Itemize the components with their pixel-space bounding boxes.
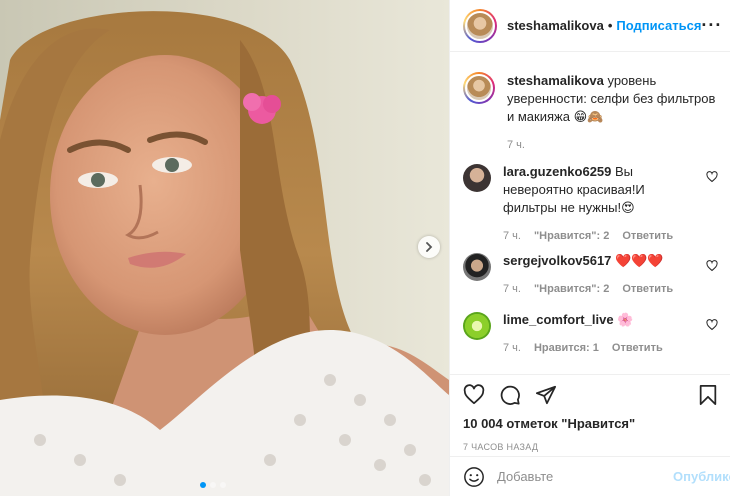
next-arrow-icon[interactable] [418, 236, 440, 258]
post-photo[interactable] [0, 0, 449, 496]
bookmark-icon[interactable] [698, 384, 718, 406]
selfie-image [0, 0, 449, 496]
carousel-dot [220, 482, 226, 488]
author-username[interactable]: steshamalikova [507, 18, 604, 33]
caption-username[interactable]: steshamalikova [507, 73, 604, 88]
comment-username[interactable]: lime_comfort_live [503, 312, 614, 327]
post-timestamp[interactable]: 7 ЧАСОВ НАЗАД [450, 442, 730, 452]
comment-like-heart-icon[interactable] [706, 171, 718, 186]
heart-icon[interactable] [463, 384, 485, 406]
comment-row: lime_comfort_live 🌸 7 ч. Нравится: 1 Отв… [463, 311, 718, 357]
emoji-icon[interactable] [463, 466, 485, 488]
author-avatar[interactable] [463, 72, 495, 104]
commenter-avatar[interactable] [463, 312, 491, 340]
likes-count[interactable]: 10 004 отметок "Нравится" [450, 415, 730, 433]
comment-likes[interactable]: "Нравится": 2 [534, 280, 609, 298]
comment-text: ❤️❤️❤️ [615, 253, 664, 268]
post-actions-section: 10 004 отметок "Нравится" 7 ЧАСОВ НАЗАД [450, 374, 730, 452]
comment-username[interactable]: sergejvolkov5617 [503, 253, 611, 268]
comment-time[interactable]: 7 ч. [503, 280, 521, 298]
comment-time[interactable]: 7 ч. [503, 227, 521, 245]
more-icon[interactable]: ··· [701, 15, 722, 36]
comment-text: 🌸 [617, 312, 634, 327]
comment-time[interactable]: 7 ч. [503, 339, 521, 357]
add-comment-bar: Опубликовать [450, 456, 730, 496]
comment-input[interactable] [497, 469, 673, 484]
commenter-avatar[interactable] [463, 253, 491, 281]
follow-button[interactable]: Подписаться [616, 18, 701, 33]
comment-row: lara.guzenko6259 Вы невероятно красивая!… [463, 163, 718, 245]
carousel-dot [210, 482, 216, 488]
commenter-avatar[interactable] [463, 164, 491, 192]
publish-button[interactable]: Опубликовать [673, 469, 730, 484]
comment-icon[interactable] [499, 384, 521, 406]
carousel-dot [200, 482, 206, 488]
comment-likes[interactable]: Нравится: 1 [534, 339, 599, 357]
comment-like-heart-icon[interactable] [706, 260, 718, 275]
comments-list[interactable]: steshamalikova уровень уверенности: селф… [450, 53, 730, 373]
post-header: steshamalikova • Подписаться ··· [450, 0, 730, 52]
share-icon[interactable] [535, 384, 557, 406]
post-sidebar: steshamalikova • Подписаться ··· stesham… [449, 0, 730, 496]
comment-like-heart-icon[interactable] [706, 319, 718, 334]
carousel-indicator [200, 482, 226, 488]
action-bar [450, 375, 730, 415]
separator-dot: • [607, 18, 613, 33]
comment-likes[interactable]: "Нравится": 2 [534, 227, 609, 245]
comment-row: sergejvolkov5617 ❤️❤️❤️ 7 ч. "Нравится":… [463, 252, 718, 298]
reply-button[interactable]: Ответить [622, 280, 673, 298]
caption-time[interactable]: 7 ч. [507, 136, 525, 154]
author-avatar[interactable] [463, 8, 497, 43]
comment-username[interactable]: lara.guzenko6259 [503, 164, 611, 179]
caption-row: steshamalikova уровень уверенности: селф… [463, 72, 718, 154]
reply-button[interactable]: Ответить [612, 339, 663, 357]
reply-button[interactable]: Ответить [622, 227, 673, 245]
